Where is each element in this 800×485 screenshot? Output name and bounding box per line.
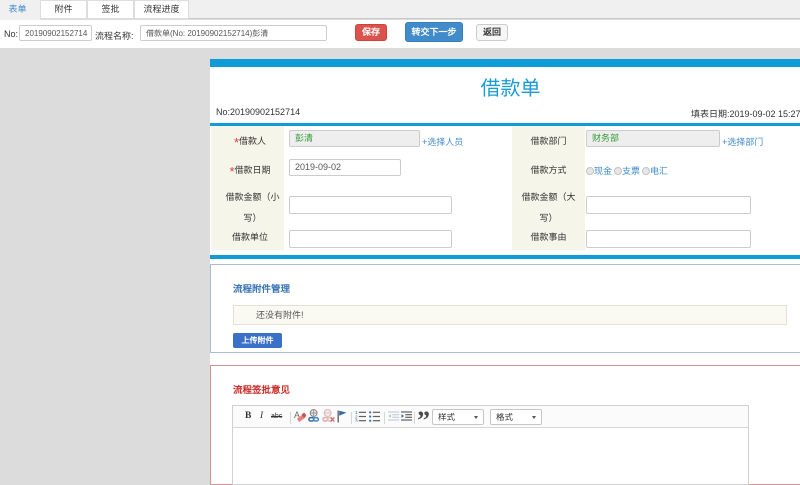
svg-text:3: 3 — [355, 418, 358, 422]
